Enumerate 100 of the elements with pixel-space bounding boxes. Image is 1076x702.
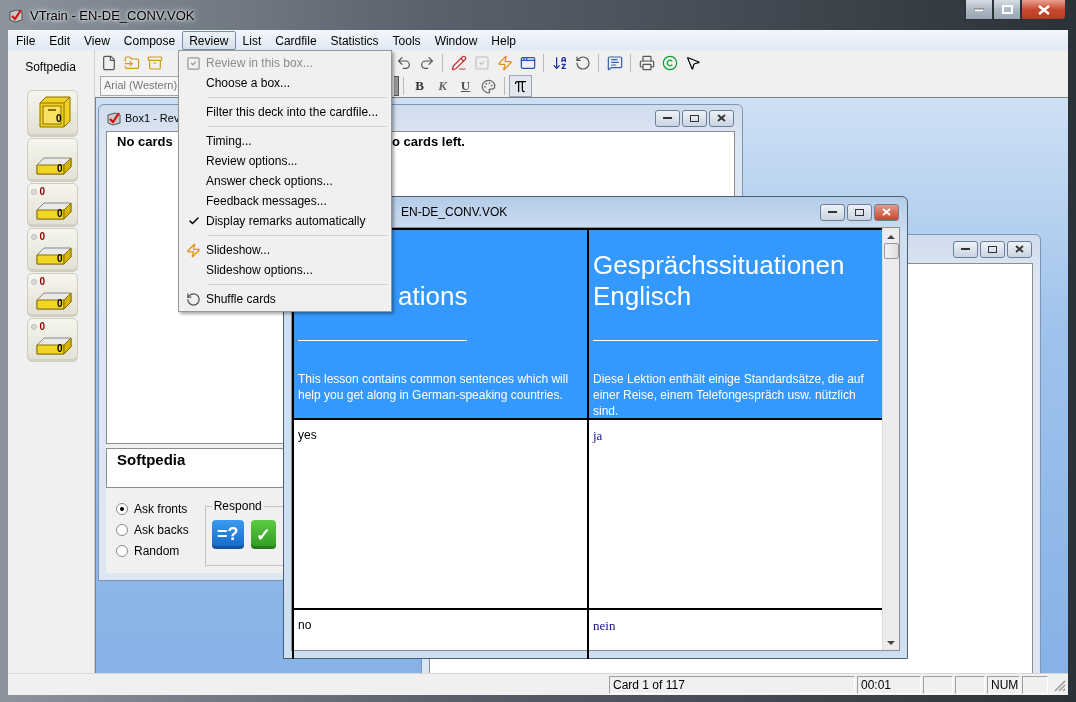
maximize-button[interactable] — [682, 109, 707, 127]
box-count: 0 — [56, 253, 63, 264]
box-button[interactable]: 0 0 — [26, 318, 78, 362]
scroll-up-icon[interactable] — [887, 234, 895, 240]
lesson-description: This lesson contains common sentences which will help you get along in German-speaking countries. — [298, 371, 570, 403]
due-count: 0 — [39, 276, 46, 287]
menu-item[interactable]: Slideshow... — [181, 240, 389, 260]
app-icon — [8, 7, 24, 23]
italic-button[interactable]: K — [431, 75, 454, 97]
menu-item[interactable]: Cardfile — [268, 30, 324, 50]
maximize-icon — [988, 245, 997, 253]
box-button[interactable]: 0 0 — [26, 183, 78, 227]
app-icon — [106, 110, 122, 126]
status-dot — [30, 188, 37, 195]
check-icon — [187, 215, 200, 227]
pencil-icon — [450, 55, 467, 71]
menu-item[interactable]: Display remarks automatically — [181, 211, 389, 231]
menu-item[interactable]: Shuffle cards — [181, 289, 389, 309]
underline-button[interactable]: U — [454, 75, 477, 97]
menu-item[interactable]: Edit — [42, 30, 78, 50]
lightning-icon — [496, 55, 513, 71]
scroll-down-icon[interactable] — [887, 640, 895, 646]
menu-item[interactable]: Review options... — [181, 151, 389, 171]
menu-item[interactable]: Choose a box... — [181, 73, 389, 93]
box-count: 0 — [56, 163, 63, 174]
box-count: 0 — [56, 208, 63, 219]
menu-item[interactable]: Statistics — [323, 30, 386, 50]
box-button[interactable]: 0 0 — [26, 228, 78, 272]
folder-icon — [123, 55, 140, 71]
copyright-icon — [661, 55, 678, 71]
rotate-icon — [186, 291, 201, 307]
maximize-button[interactable] — [847, 203, 872, 221]
tray-icon — [35, 292, 72, 310]
menu-item[interactable]: Feedback messages... — [181, 191, 389, 211]
remark-text: Softpedia — [117, 451, 186, 468]
menu-item[interactable]: Filter this deck into the cardfile... — [181, 102, 389, 122]
close-button[interactable] — [1007, 240, 1032, 258]
menu-item[interactable]: View — [77, 30, 117, 50]
close-icon — [882, 208, 891, 216]
status-dot — [30, 323, 37, 330]
scroll-thumb[interactable] — [883, 243, 899, 259]
lesson-title: Gesprächssituationen Englisch — [593, 250, 846, 312]
dropdown-button[interactable] — [394, 76, 399, 96]
review-message: No cards — [117, 134, 173, 149]
maximize-icon — [690, 114, 699, 122]
back-text: ja — [593, 428, 603, 443]
group-label: Respond — [211, 499, 264, 513]
tray-icon — [35, 337, 72, 355]
menu-item[interactable]: Timing... — [181, 131, 389, 151]
show-answer-button[interactable]: =? — [211, 520, 244, 549]
box-button[interactable]: 0 0 — [26, 273, 78, 317]
maximize-button[interactable] — [993, 0, 1021, 20]
minimize-button[interactable] — [655, 109, 680, 127]
pi-icon — [513, 78, 528, 94]
close-icon — [1015, 245, 1024, 253]
lightning-icon — [186, 242, 201, 258]
menu-item[interactable]: Compose — [116, 30, 183, 50]
back-text: nein — [593, 618, 616, 633]
radio-button[interactable] — [116, 524, 128, 536]
window-title: VTrain - EN-DE_CONV.VOK — [30, 7, 195, 23]
maximize-button[interactable] — [980, 240, 1005, 258]
menu-item[interactable]: Slideshow options... — [181, 260, 389, 280]
menu-item[interactable]: Review — [182, 30, 236, 50]
due-count: 0 — [39, 231, 46, 242]
due-count: 0 — [39, 321, 46, 332]
menu-item[interactable]: Help — [484, 30, 523, 50]
tray-icon — [35, 202, 72, 220]
close-button[interactable] — [1021, 0, 1066, 20]
radio-button[interactable] — [116, 503, 128, 515]
font-dropdown[interactable]: Arial (Western) — [100, 76, 180, 96]
menu-item[interactable]: File — [9, 30, 43, 50]
lesson-title: ations — [398, 281, 468, 312]
menu-item[interactable]: List — [235, 30, 269, 50]
box-button[interactable]: 0 — [26, 138, 78, 182]
document-icon — [100, 55, 117, 71]
front-text: no — [298, 618, 312, 632]
status-pane — [923, 675, 953, 694]
pi-button[interactable] — [509, 75, 532, 97]
checkbox-icon — [473, 55, 490, 71]
box-button[interactable]: 0 — [26, 90, 78, 137]
review-message: o cards left. — [392, 134, 465, 149]
status-pane: Card 1 of 117 — [609, 675, 855, 694]
menu-item[interactable]: Answer check options... — [181, 171, 389, 191]
radio-button[interactable] — [116, 545, 128, 557]
minimize-button[interactable] — [953, 240, 978, 258]
minimize-button[interactable] — [965, 0, 993, 20]
status-dot — [30, 233, 37, 240]
close-button[interactable] — [709, 109, 734, 127]
redo-icon — [418, 55, 435, 71]
menu-item[interactable]: Window — [427, 30, 485, 50]
menu-item[interactable]: Tools — [385, 30, 428, 50]
bold-button[interactable]: B — [408, 75, 431, 97]
scrollbar[interactable] — [882, 228, 899, 650]
minimize-button[interactable] — [820, 203, 845, 221]
radio-label: Random — [134, 544, 180, 558]
minimize-icon — [974, 7, 984, 12]
undo-icon — [395, 55, 412, 71]
box-count: 0 — [56, 343, 63, 354]
palette-icon — [481, 78, 496, 94]
resize-grip-icon[interactable] — [1052, 677, 1066, 692]
